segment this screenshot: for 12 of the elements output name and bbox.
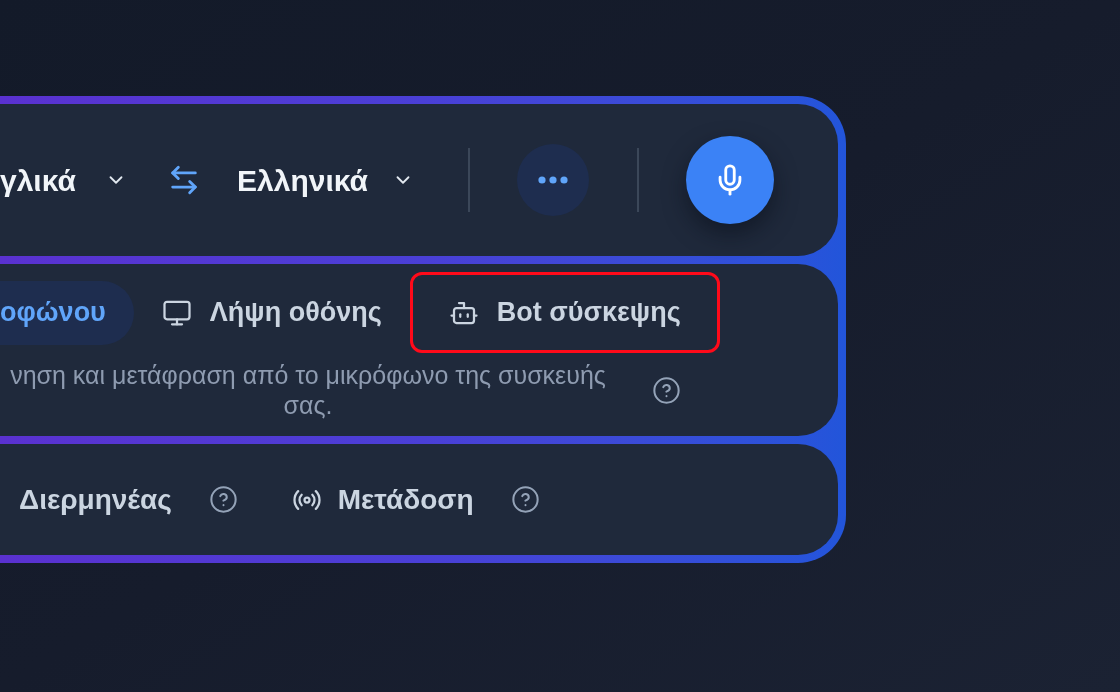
feature-label[interactable]: Διερμηνέας: [19, 478, 172, 521]
target-language-select[interactable]: Ελληνικά: [237, 157, 414, 203]
source-language-select[interactable]: γλικά: [0, 157, 127, 203]
input-mode-tab[interactable]: οφώνου: [0, 280, 134, 345]
help-icon[interactable]: [209, 486, 237, 513]
input-mode-tab[interactable]: Bot σύσκεψης: [409, 272, 720, 353]
help-icon[interactable]: [653, 376, 680, 404]
feature-label[interactable]: Μετάδοση: [337, 478, 474, 521]
help-icon[interactable]: [511, 486, 539, 513]
more-dots-icon: [538, 176, 568, 184]
mode-description: νηση και μετάφραση από το μικρόφωνο της συσκευής σας.: [9, 360, 607, 420]
input-mode-tab[interactable]: Λήψη οθόνης: [133, 280, 410, 345]
